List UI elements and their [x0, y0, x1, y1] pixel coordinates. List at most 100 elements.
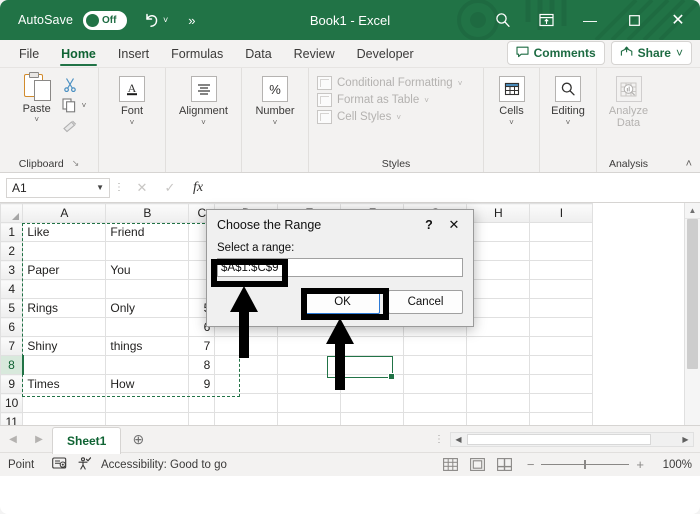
insert-function-icon[interactable]: fx — [184, 178, 212, 198]
row-header-8[interactable]: 8 — [0, 355, 24, 375]
maximize-button[interactable] — [612, 0, 656, 40]
ribbon-display-options-icon[interactable] — [524, 0, 568, 40]
alignment-caret-icon[interactable]: ˅ — [201, 118, 206, 127]
tab-insert[interactable]: Insert — [107, 41, 160, 67]
cell-i4[interactable] — [529, 279, 594, 299]
cell-d10[interactable] — [214, 393, 279, 413]
zoom-out-button[interactable]: − — [527, 457, 535, 472]
cell-h5[interactable] — [466, 298, 531, 318]
editing-button[interactable]: Editing ˅ — [546, 73, 590, 127]
undo-button[interactable]: ˅ — [143, 13, 168, 28]
font-button[interactable]: A Font ˅ — [106, 73, 158, 127]
dialog-close-button[interactable]: ✕ — [441, 217, 467, 233]
hscroll-right-arrow-icon[interactable]: ▶ — [678, 435, 693, 444]
cell-d11[interactable] — [214, 412, 279, 425]
cell-g9[interactable] — [403, 374, 468, 394]
tab-home[interactable]: Home — [50, 41, 107, 67]
sheet-tab-sheet1[interactable]: Sheet1 — [52, 426, 122, 454]
cell-b7[interactable]: things — [105, 336, 190, 356]
cell-b10[interactable] — [105, 393, 190, 413]
scroll-up-arrow-icon[interactable]: ▲ — [685, 203, 700, 219]
cell-styles-caret-icon[interactable]: ˅ — [396, 113, 401, 122]
cell-b9[interactable]: How — [105, 374, 190, 394]
paste-button[interactable]: Paste ˅ — [14, 72, 60, 124]
tab-review[interactable]: Review — [283, 41, 346, 67]
cell-e9[interactable] — [277, 374, 342, 394]
zoom-track[interactable] — [541, 460, 630, 469]
number-button[interactable]: % Number ˅ — [248, 73, 302, 127]
cancel-button[interactable]: Cancel — [388, 290, 463, 314]
row-header-10[interactable]: 10 — [0, 393, 24, 413]
sheet-prev-button[interactable]: ◀ — [0, 434, 26, 445]
dialog-help-button[interactable]: ? — [417, 218, 441, 232]
cell-c9[interactable]: 9 — [188, 374, 216, 394]
cell-i8[interactable] — [529, 355, 594, 375]
conditional-formatting-caret-icon[interactable]: ˅ — [458, 79, 463, 88]
cell-a2[interactable] — [22, 241, 107, 261]
cells-caret-icon[interactable]: ˅ — [509, 118, 514, 127]
cell-g10[interactable] — [403, 393, 468, 413]
cell-a5[interactable]: Rings — [22, 298, 107, 318]
cell-b8[interactable] — [105, 355, 190, 375]
cell-h10[interactable] — [466, 393, 531, 413]
vertical-scroll-thumb[interactable] — [687, 219, 698, 369]
cell-i7[interactable] — [529, 336, 594, 356]
add-sheet-button[interactable]: ⊕ — [121, 431, 155, 448]
column-header-b[interactable]: B — [105, 203, 190, 223]
cell-h6[interactable] — [466, 317, 531, 337]
close-button[interactable]: ✕ — [656, 0, 700, 40]
row-header-4[interactable]: 4 — [0, 279, 24, 299]
zoom-in-button[interactable]: + — [636, 457, 644, 472]
horizontal-scroll-thumb[interactable] — [467, 433, 651, 445]
zoom-slider[interactable]: − + — [527, 457, 644, 472]
cell-f7[interactable] — [340, 336, 405, 356]
cell-i6[interactable] — [529, 317, 594, 337]
accessibility-status-text[interactable]: Accessibility: Good to go — [101, 459, 227, 471]
autosave-toggle[interactable]: Off — [83, 10, 128, 30]
cell-g8[interactable] — [403, 355, 468, 375]
cell-h4[interactable] — [466, 279, 531, 299]
row-header-11[interactable]: 11 — [0, 412, 24, 425]
cell-c10[interactable] — [188, 393, 216, 413]
formula-input[interactable] — [216, 176, 694, 199]
analyze-data-button[interactable]: Analyze Data — [603, 73, 654, 129]
cell-i3[interactable] — [529, 260, 594, 280]
cell-a10[interactable] — [22, 393, 107, 413]
sheet-next-button[interactable]: ▶ — [26, 434, 52, 445]
share-button[interactable]: Share ˅ — [610, 41, 692, 65]
row-header-7[interactable]: 7 — [0, 336, 24, 356]
number-caret-icon[interactable]: ˅ — [273, 118, 278, 127]
conditional-formatting-button[interactable]: Conditional Formatting ˅ — [317, 76, 462, 90]
cell-c11[interactable] — [188, 412, 216, 425]
row-header-1[interactable]: 1 — [0, 222, 24, 242]
cell-f10[interactable] — [340, 393, 405, 413]
editing-caret-icon[interactable]: ˅ — [566, 118, 571, 127]
ok-button[interactable]: OK — [305, 290, 380, 314]
cell-i2[interactable] — [529, 241, 594, 261]
paste-caret-icon[interactable]: ˅ — [34, 115, 39, 124]
cells-button[interactable]: Cells ˅ — [490, 73, 533, 127]
column-header-i[interactable]: I — [529, 203, 594, 223]
name-box-caret-icon[interactable]: ▼ — [96, 183, 104, 192]
cell-e11[interactable] — [277, 412, 342, 425]
cell-f8[interactable] — [340, 355, 405, 375]
page-layout-view-icon[interactable] — [469, 457, 486, 472]
zoom-level[interactable]: 100% — [658, 459, 692, 471]
column-header-a[interactable]: A — [22, 203, 107, 223]
page-break-view-icon[interactable] — [496, 457, 513, 472]
cell-a11[interactable] — [22, 412, 107, 425]
cell-h1[interactable] — [466, 222, 531, 242]
formula-bar-drag-handle[interactable]: ⋮ — [110, 183, 128, 193]
cell-i10[interactable] — [529, 393, 594, 413]
cell-a3[interactable]: Paper — [22, 260, 107, 280]
share-caret-icon[interactable]: ˅ — [676, 46, 683, 60]
cell-h11[interactable] — [466, 412, 531, 425]
cell-f11[interactable] — [340, 412, 405, 425]
copy-button[interactable]: ˅ — [60, 95, 86, 115]
normal-view-icon[interactable] — [442, 457, 459, 472]
cancel-formula-icon[interactable]: ✕ — [128, 178, 156, 198]
cell-i1[interactable] — [529, 222, 594, 242]
undo-caret-icon[interactable]: ˅ — [163, 15, 168, 25]
cut-button[interactable] — [60, 74, 87, 94]
clipboard-dialog-launcher[interactable]: ↘ — [72, 158, 80, 169]
